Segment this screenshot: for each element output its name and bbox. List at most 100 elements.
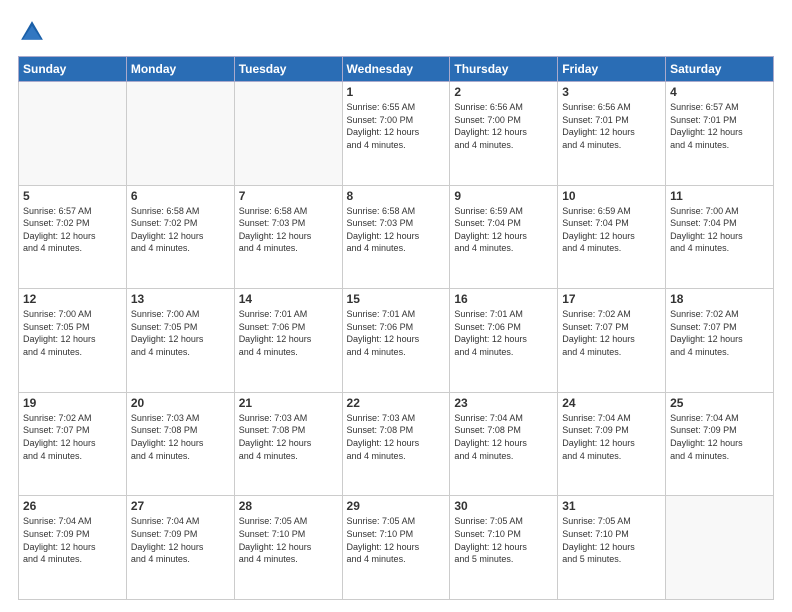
calendar-cell: 28 Sunrise: 7:05 AM Sunset: 7:10 PM Dayli… (234, 496, 342, 600)
day-info: Sunrise: 7:05 AM Sunset: 7:10 PM Dayligh… (239, 515, 338, 565)
day-number: 1 (347, 85, 446, 99)
day-number: 10 (562, 189, 661, 203)
day-info: Sunrise: 6:58 AM Sunset: 7:03 PM Dayligh… (239, 205, 338, 255)
day-info: Sunrise: 7:04 AM Sunset: 7:09 PM Dayligh… (23, 515, 122, 565)
day-info: Sunrise: 7:02 AM Sunset: 7:07 PM Dayligh… (23, 412, 122, 462)
day-info: Sunrise: 6:59 AM Sunset: 7:04 PM Dayligh… (562, 205, 661, 255)
calendar-week-2: 5 Sunrise: 6:57 AM Sunset: 7:02 PM Daylig… (19, 185, 774, 289)
weekday-header-thursday: Thursday (450, 57, 558, 82)
day-info: Sunrise: 7:04 AM Sunset: 7:09 PM Dayligh… (131, 515, 230, 565)
day-info: Sunrise: 7:01 AM Sunset: 7:06 PM Dayligh… (239, 308, 338, 358)
day-number: 4 (670, 85, 769, 99)
day-number: 19 (23, 396, 122, 410)
calendar-cell: 13 Sunrise: 7:00 AM Sunset: 7:05 PM Dayli… (126, 289, 234, 393)
day-info: Sunrise: 7:00 AM Sunset: 7:05 PM Dayligh… (23, 308, 122, 358)
day-info: Sunrise: 6:56 AM Sunset: 7:01 PM Dayligh… (562, 101, 661, 151)
calendar-cell (126, 82, 234, 186)
calendar-cell: 14 Sunrise: 7:01 AM Sunset: 7:06 PM Dayli… (234, 289, 342, 393)
day-info: Sunrise: 7:01 AM Sunset: 7:06 PM Dayligh… (454, 308, 553, 358)
day-number: 11 (670, 189, 769, 203)
day-info: Sunrise: 6:59 AM Sunset: 7:04 PM Dayligh… (454, 205, 553, 255)
weekday-header-tuesday: Tuesday (234, 57, 342, 82)
day-info: Sunrise: 6:58 AM Sunset: 7:03 PM Dayligh… (347, 205, 446, 255)
day-info: Sunrise: 7:02 AM Sunset: 7:07 PM Dayligh… (670, 308, 769, 358)
day-info: Sunrise: 6:55 AM Sunset: 7:00 PM Dayligh… (347, 101, 446, 151)
day-number: 26 (23, 499, 122, 513)
calendar-cell: 25Sunrise: 7:04 AM Sunset: 7:09 PM Dayli… (666, 392, 774, 496)
day-info: Sunrise: 7:05 AM Sunset: 7:10 PM Dayligh… (454, 515, 553, 565)
day-info: Sunrise: 7:05 AM Sunset: 7:10 PM Dayligh… (347, 515, 446, 565)
day-info: Sunrise: 7:00 AM Sunset: 7:04 PM Dayligh… (670, 205, 769, 255)
day-number: 9 (454, 189, 553, 203)
day-number: 24 (562, 396, 661, 410)
calendar-table: SundayMondayTuesdayWednesdayThursdayFrid… (18, 56, 774, 600)
calendar-cell: 21 Sunrise: 7:03 AM Sunset: 7:08 PM Dayli… (234, 392, 342, 496)
day-number: 5 (23, 189, 122, 203)
calendar-cell: 17Sunrise: 7:02 AM Sunset: 7:07 PM Dayli… (558, 289, 666, 393)
weekday-header-friday: Friday (558, 57, 666, 82)
calendar-cell: 2 Sunrise: 6:56 AM Sunset: 7:00 PM Daylig… (450, 82, 558, 186)
day-info: Sunrise: 7:04 AM Sunset: 7:09 PM Dayligh… (562, 412, 661, 462)
day-number: 13 (131, 292, 230, 306)
day-number: 21 (239, 396, 338, 410)
calendar-cell: 8 Sunrise: 6:58 AM Sunset: 7:03 PM Daylig… (342, 185, 450, 289)
weekday-header-monday: Monday (126, 57, 234, 82)
logo-icon (18, 18, 46, 46)
calendar-cell: 18Sunrise: 7:02 AM Sunset: 7:07 PM Dayli… (666, 289, 774, 393)
day-number: 2 (454, 85, 553, 99)
day-info: Sunrise: 6:56 AM Sunset: 7:00 PM Dayligh… (454, 101, 553, 151)
calendar-cell: 23Sunrise: 7:04 AM Sunset: 7:08 PM Dayli… (450, 392, 558, 496)
day-number: 20 (131, 396, 230, 410)
calendar-cell: 6Sunrise: 6:58 AM Sunset: 7:02 PM Daylig… (126, 185, 234, 289)
calendar-cell: 26 Sunrise: 7:04 AM Sunset: 7:09 PM Dayli… (19, 496, 127, 600)
weekday-header-saturday: Saturday (666, 57, 774, 82)
logo (18, 18, 50, 46)
calendar-week-4: 19 Sunrise: 7:02 AM Sunset: 7:07 PM Dayli… (19, 392, 774, 496)
calendar-cell: 31Sunrise: 7:05 AM Sunset: 7:10 PM Dayli… (558, 496, 666, 600)
day-number: 27 (131, 499, 230, 513)
calendar-cell: 15 Sunrise: 7:01 AM Sunset: 7:06 PM Dayli… (342, 289, 450, 393)
day-info: Sunrise: 7:03 AM Sunset: 7:08 PM Dayligh… (239, 412, 338, 462)
calendar-cell: 11 Sunrise: 7:00 AM Sunset: 7:04 PM Dayli… (666, 185, 774, 289)
calendar-cell: 29 Sunrise: 7:05 AM Sunset: 7:10 PM Dayli… (342, 496, 450, 600)
calendar-cell: 20Sunrise: 7:03 AM Sunset: 7:08 PM Dayli… (126, 392, 234, 496)
calendar-cell: 1 Sunrise: 6:55 AM Sunset: 7:00 PM Daylig… (342, 82, 450, 186)
day-number: 8 (347, 189, 446, 203)
calendar-cell (234, 82, 342, 186)
day-info: Sunrise: 7:00 AM Sunset: 7:05 PM Dayligh… (131, 308, 230, 358)
calendar-week-5: 26 Sunrise: 7:04 AM Sunset: 7:09 PM Dayli… (19, 496, 774, 600)
day-number: 29 (347, 499, 446, 513)
day-number: 22 (347, 396, 446, 410)
calendar-cell: 3 Sunrise: 6:56 AM Sunset: 7:01 PM Daylig… (558, 82, 666, 186)
calendar-cell: 9 Sunrise: 6:59 AM Sunset: 7:04 PM Daylig… (450, 185, 558, 289)
day-number: 31 (562, 499, 661, 513)
day-number: 30 (454, 499, 553, 513)
calendar-cell: 5 Sunrise: 6:57 AM Sunset: 7:02 PM Daylig… (19, 185, 127, 289)
day-info: Sunrise: 6:57 AM Sunset: 7:02 PM Dayligh… (23, 205, 122, 255)
day-number: 25 (670, 396, 769, 410)
day-info: Sunrise: 6:57 AM Sunset: 7:01 PM Dayligh… (670, 101, 769, 151)
calendar-cell: 22 Sunrise: 7:03 AM Sunset: 7:08 PM Dayli… (342, 392, 450, 496)
calendar-cell: 19 Sunrise: 7:02 AM Sunset: 7:07 PM Dayli… (19, 392, 127, 496)
day-info: Sunrise: 7:01 AM Sunset: 7:06 PM Dayligh… (347, 308, 446, 358)
calendar-cell (19, 82, 127, 186)
day-number: 12 (23, 292, 122, 306)
calendar-cell: 10 Sunrise: 6:59 AM Sunset: 7:04 PM Dayli… (558, 185, 666, 289)
day-info: Sunrise: 7:03 AM Sunset: 7:08 PM Dayligh… (347, 412, 446, 462)
calendar-cell: 30 Sunrise: 7:05 AM Sunset: 7:10 PM Dayli… (450, 496, 558, 600)
day-number: 6 (131, 189, 230, 203)
calendar-cell (666, 496, 774, 600)
header (18, 18, 774, 46)
day-number: 3 (562, 85, 661, 99)
calendar-cell: 27 Sunrise: 7:04 AM Sunset: 7:09 PM Dayli… (126, 496, 234, 600)
day-number: 15 (347, 292, 446, 306)
day-number: 23 (454, 396, 553, 410)
calendar-cell: 4 Sunrise: 6:57 AM Sunset: 7:01 PM Daylig… (666, 82, 774, 186)
day-number: 17 (562, 292, 661, 306)
day-number: 14 (239, 292, 338, 306)
calendar-cell: 16 Sunrise: 7:01 AM Sunset: 7:06 PM Dayli… (450, 289, 558, 393)
calendar-cell: 12 Sunrise: 7:00 AM Sunset: 7:05 PM Dayli… (19, 289, 127, 393)
calendar-cell: 24 Sunrise: 7:04 AM Sunset: 7:09 PM Dayli… (558, 392, 666, 496)
day-number: 16 (454, 292, 553, 306)
day-number: 28 (239, 499, 338, 513)
